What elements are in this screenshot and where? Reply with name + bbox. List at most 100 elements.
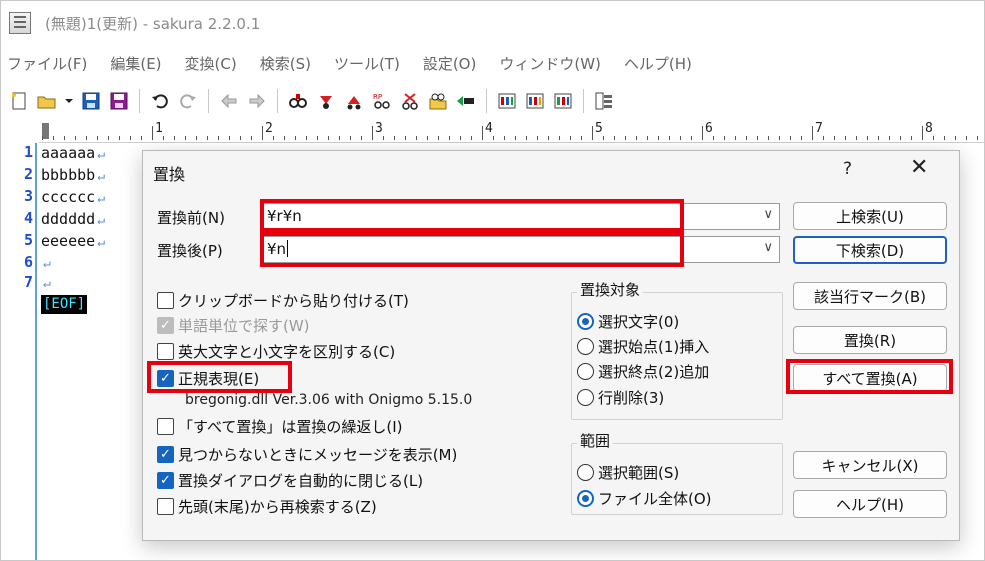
radio-label: 選択始点(1)挿入 (598, 338, 710, 356)
search-from-top-checkbox[interactable]: 先頭(末尾)から再検索する(Z) (157, 496, 377, 517)
help-button[interactable]: ヘルプ(H) (793, 490, 947, 518)
checkbox-box[interactable]: ✓ (157, 370, 174, 387)
radio-button[interactable] (577, 389, 594, 406)
close-icon[interactable]: ✕ (910, 157, 928, 179)
line-number: 2 (23, 165, 33, 183)
repeat-replace-all-checkbox[interactable]: 「すべて置換」は置換の繰返し(I) (157, 416, 402, 437)
replace-button[interactable]: 置換(R) (793, 326, 947, 354)
checkbox-label: 「すべて置換」は置換の繰返し(I) (178, 418, 403, 436)
line-number: 7 (23, 273, 33, 291)
find-up-button[interactable]: 上検索(U) (793, 202, 947, 230)
find-down-button[interactable]: 下検索(D) (793, 236, 947, 264)
grep-icon[interactable] (425, 88, 451, 114)
settings-common-icon[interactable] (494, 88, 520, 114)
scope-whole-file-radio[interactable]: ファイル全体(O) (577, 488, 712, 509)
save-all-icon[interactable] (106, 88, 132, 114)
outline-icon[interactable] (591, 88, 617, 114)
scope-title: 範囲 (577, 430, 614, 451)
cancel-button[interactable]: キャンセル(X) (793, 451, 947, 479)
regex-checkbox[interactable]: ✓ 正規表現(E) (157, 368, 259, 389)
replace-input-value: ¥n (267, 240, 289, 258)
checkbox-box[interactable]: ✓ (157, 317, 174, 334)
checkbox-box[interactable] (157, 418, 174, 435)
find-down-icon[interactable] (313, 88, 339, 114)
ruler-tick (240, 136, 241, 140)
scope-selection-radio[interactable]: 選択範囲(S) (577, 462, 679, 483)
new-file-icon[interactable] (6, 88, 32, 114)
find-input[interactable]: ¥r¥n ∨ (260, 203, 780, 230)
replace-label: 置換後(P) (157, 242, 223, 260)
editor-line[interactable]: ↵ (41, 273, 51, 291)
find-up-icon[interactable] (341, 88, 367, 114)
whole-word-checkbox[interactable]: ✓ 単語単位で探す(W) (157, 315, 310, 336)
editor-line[interactable]: ↵ (41, 253, 51, 271)
radio-button[interactable] (577, 363, 594, 380)
checkbox-box[interactable]: ✓ (157, 472, 174, 489)
match-case-checkbox[interactable]: 英大文字と小文字を区別する(C) (157, 341, 395, 362)
radio-button[interactable] (577, 338, 594, 355)
paste-clipboard-checkbox[interactable]: クリップボードから貼り付ける(T) (157, 290, 409, 311)
chevron-down-icon[interactable]: ∨ (763, 207, 773, 222)
ruler-tick (746, 136, 747, 140)
menu-settings[interactable]: 設定(O) (423, 53, 488, 74)
checkbox-box[interactable] (157, 498, 174, 515)
radio-button[interactable] (577, 490, 594, 507)
editor-line[interactable]: dddddd ↵ (41, 210, 105, 228)
redo-icon[interactable] (175, 88, 201, 114)
ruler-tick (438, 136, 439, 140)
menu-convert[interactable]: 変換(C) (185, 53, 248, 74)
radio-button[interactable] (577, 464, 594, 481)
show-message-checkbox[interactable]: ✓ 見つからないときにメッセージを表示(M) (157, 444, 457, 465)
ruler-tick (977, 136, 978, 140)
ruler-number: 7 (815, 121, 823, 136)
menu-help[interactable]: ヘルプ(H) (624, 53, 703, 74)
save-icon[interactable] (78, 88, 104, 114)
ruler-tick (779, 136, 780, 140)
ruler-tick (724, 136, 725, 140)
checkbox-box[interactable] (157, 343, 174, 360)
line-text: bbbbbb (41, 166, 96, 184)
target-append-end-radio[interactable]: 選択終点(2)追加 (577, 361, 709, 382)
checkbox-box[interactable] (157, 292, 174, 309)
editor-line[interactable]: eeeeee ↵ (41, 232, 105, 250)
checkbox-box[interactable]: ✓ (157, 446, 174, 463)
target-insert-start-radio[interactable]: 選択始点(1)挿入 (577, 336, 709, 357)
radio-label: 選択文字(0) (598, 313, 680, 331)
menu-file[interactable]: ファイル(F) (7, 53, 98, 74)
toolbar-separator (208, 89, 209, 113)
target-delete-line-radio[interactable]: 行削除(3) (577, 387, 664, 408)
ruler-tick (691, 136, 692, 140)
find-input-value: ¥r¥n (267, 207, 302, 225)
find-icon[interactable] (285, 88, 311, 114)
radio-button[interactable] (577, 313, 594, 330)
jump-forward-icon[interactable] (244, 88, 270, 114)
settings-type-icon[interactable] (522, 88, 548, 114)
settings-font-icon[interactable] (550, 88, 576, 114)
tag-jump-icon[interactable] (453, 88, 479, 114)
chevron-down-icon[interactable]: ∨ (763, 240, 773, 255)
open-folder-icon[interactable] (34, 88, 60, 114)
replace-input[interactable]: ¥n ∨ (260, 236, 780, 263)
ruler-tick (394, 136, 395, 140)
auto-close-checkbox[interactable]: ✓ 置換ダイアログを自動的に閉じる(L) (157, 470, 423, 491)
menu-window[interactable]: ウィンドウ(W) (499, 53, 612, 74)
replace-icon[interactable]: RP (369, 88, 395, 114)
menu-tools[interactable]: ツール(T) (334, 53, 411, 74)
menu-search[interactable]: 検索(S) (260, 53, 322, 74)
editor-line[interactable]: bbbbbb ↵ (41, 166, 105, 184)
menu-edit[interactable]: 編集(E) (110, 53, 172, 74)
clear-search-icon[interactable] (397, 88, 423, 114)
replace-all-button[interactable]: すべて置換(A) (793, 364, 947, 392)
editor-line[interactable]: aaaaaa ↵ (41, 144, 105, 162)
help-icon[interactable]: ? (843, 159, 852, 179)
ruler-tick (889, 136, 890, 140)
mark-lines-button[interactable]: 該当行マーク(B) (793, 282, 947, 310)
jump-back-icon[interactable] (216, 88, 242, 114)
undo-icon[interactable] (147, 88, 173, 114)
ruler-tick (328, 136, 329, 140)
target-selection-radio[interactable]: 選択文字(0) (577, 311, 679, 332)
ruler-tick (97, 136, 98, 140)
ruler-tick (823, 136, 824, 140)
editor-line[interactable]: cccccc ↵ (41, 188, 105, 206)
dropdown-arrow-icon[interactable] (62, 88, 76, 114)
